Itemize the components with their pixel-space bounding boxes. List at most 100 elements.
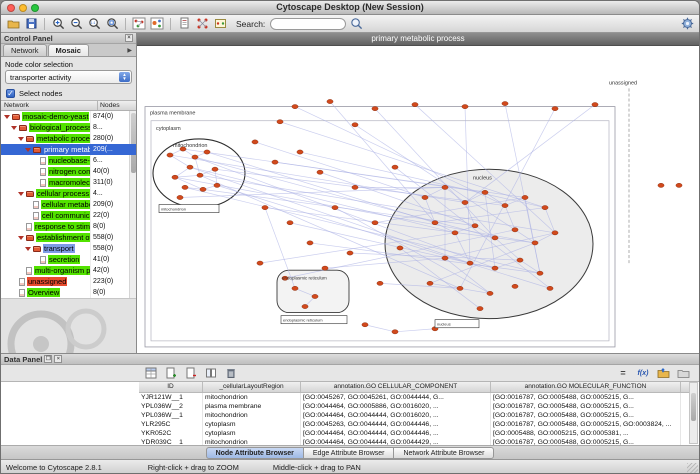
network-node[interactable] [182,185,188,189]
tab-scroll-right-icon[interactable]: ▶ [127,47,134,56]
network-view-title[interactable]: primary metabolic process [137,33,699,46]
network-node[interactable] [372,221,378,225]
network-node[interactable] [372,106,378,110]
network-canvas[interactable]: plasma membranecytoplasmmitochondrionnuc… [137,46,699,353]
network-node[interactable] [392,330,398,334]
network-node[interactable] [487,291,493,295]
table-row[interactable]: YDR039C__1mitochondrion[GO:0044464, GO:0… [139,438,689,445]
network-node[interactable] [442,185,448,189]
column-header[interactable]: ID [139,382,203,392]
tree-row[interactable]: metabolic process280(0) [1,133,136,144]
network-node[interactable] [332,205,338,209]
network-node[interactable] [676,183,682,187]
tree-expander-icon[interactable] [11,126,17,133]
table-row[interactable]: YLR295Ccytoplasm[GO:0045263, GO:0044444,… [139,420,689,429]
tree-row[interactable]: transport558(0) [1,243,136,254]
tree-row[interactable]: cell communication22(0) [1,210,136,221]
table-row[interactable]: YPL036W__1mitochondrion[GO:0044464, GO:0… [139,411,689,420]
network-node[interactable] [200,187,206,191]
network-node[interactable] [467,261,473,265]
network-node[interactable] [512,284,518,288]
gear-icon[interactable] [679,16,695,32]
zoom-fit-icon[interactable] [104,16,120,32]
layout-icon[interactable] [194,16,210,32]
delete-attribute-icon[interactable] [183,365,199,381]
network-node[interactable] [292,286,298,290]
zoom-out-icon[interactable] [68,16,84,32]
network-node[interactable] [262,205,268,209]
network-node[interactable] [432,221,438,225]
network-node[interactable] [392,165,398,169]
network-node[interactable] [327,99,333,103]
network-node[interactable] [322,266,328,270]
network-node[interactable] [352,123,358,127]
network-node[interactable] [547,286,553,290]
network-node[interactable] [658,183,664,187]
data-panel-close-icon[interactable]: × [54,355,62,363]
network-node[interactable] [397,246,403,250]
network-node[interactable] [252,140,258,144]
table-row[interactable]: YJR121W__1mitochondrion[GO:0045267, GO:0… [139,393,689,402]
data-panel-float-icon[interactable]: ❐ [44,355,52,363]
network-node[interactable] [187,165,193,169]
network-node[interactable] [257,261,263,265]
network-node[interactable] [542,205,548,209]
network-node[interactable] [472,224,478,228]
network-node[interactable] [212,167,218,171]
tab-mosaic[interactable]: Mosaic [48,44,89,56]
network-node[interactable] [287,221,293,225]
vizmapper-icon[interactable] [149,16,165,32]
function-builder-icon[interactable]: f(x) [635,365,651,381]
zoom-window-icon[interactable] [31,4,39,12]
network-node[interactable] [592,102,598,106]
network-node[interactable] [462,200,468,204]
zoom-actual-icon[interactable]: 1:1 [86,16,102,32]
network-node[interactable] [177,195,183,199]
network-node[interactable] [482,190,488,194]
network-node[interactable] [502,203,508,207]
network-overview-icon[interactable] [131,16,147,32]
tree-row[interactable]: multi-organism process42(0) [1,265,136,276]
network-node[interactable] [172,175,178,179]
minimize-window-icon[interactable] [19,4,27,12]
network-node[interactable] [362,323,368,327]
tree-row[interactable]: Overview8(0) [1,287,136,298]
network-node[interactable] [197,173,203,177]
network-node[interactable] [167,153,173,157]
network-node[interactable] [477,306,483,310]
tree-row[interactable]: unassigned223(0) [1,276,136,287]
network-node[interactable] [462,104,468,108]
network-node[interactable] [192,155,198,159]
tree-row[interactable]: nitrogen compound...40(0) [1,166,136,177]
search-options-icon[interactable] [348,16,364,32]
tree-row[interactable]: macromolecule...311(0) [1,177,136,188]
network-node[interactable] [317,170,323,174]
export-attributes-icon[interactable] [675,365,691,381]
tree-expander-icon[interactable] [18,192,24,199]
tree-row[interactable]: biological_process8... [1,122,136,133]
create-attribute-icon[interactable] [163,365,179,381]
tab-edge-attribute-browser[interactable]: Edge Attribute Browser [304,447,395,459]
network-node[interactable] [297,150,303,154]
zoom-in-icon[interactable] [50,16,66,32]
titlebar[interactable]: Cytoscape Desktop (New Session) [1,1,699,15]
tree-row[interactable]: primary metabolic process209(... [1,144,136,155]
tree-expander-icon[interactable] [18,137,24,144]
network-node[interactable] [377,281,383,285]
tree-row[interactable]: cellular metabolic...209(0) [1,199,136,210]
tree-expander-icon[interactable] [25,148,31,155]
control-panel-close-icon[interactable]: × [125,34,133,42]
column-header[interactable]: annotation.GO MOLECULAR_FUNCTION [491,382,681,392]
equals-icon[interactable]: = [615,365,631,381]
network-node[interactable] [502,101,508,105]
network-node[interactable] [492,266,498,270]
network-node[interactable] [214,183,220,187]
network-node[interactable] [292,104,298,108]
network-node[interactable] [347,251,353,255]
save-session-icon[interactable] [23,16,39,32]
import-network-icon[interactable] [176,16,192,32]
network-node[interactable] [552,106,558,110]
table-scrollbar[interactable] [689,382,698,444]
network-node[interactable] [277,120,283,124]
tree-expander-icon[interactable] [4,115,10,122]
